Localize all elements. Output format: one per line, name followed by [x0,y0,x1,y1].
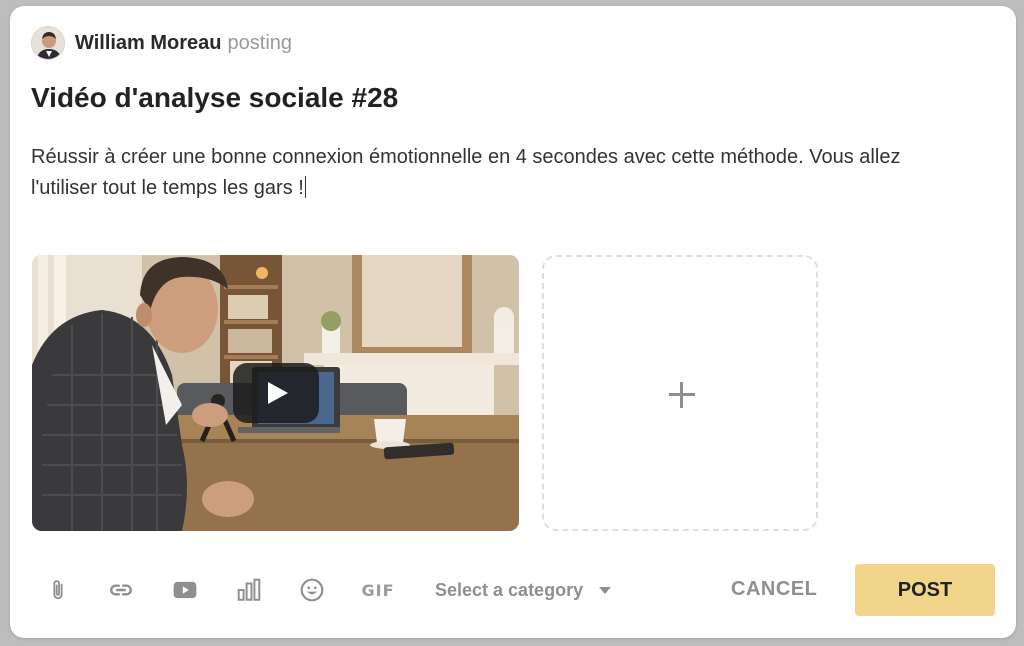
link-icon[interactable] [107,576,135,604]
emoji-icon[interactable] [298,576,326,604]
category-placeholder: Select a category [435,580,584,600]
play-icon [268,382,288,404]
post-button[interactable]: POST [855,564,995,616]
youtube-icon[interactable] [171,576,199,604]
post-header: William Moreau posting [31,26,292,60]
composer-toolbar: GIF Select a category CANCEL POST [10,562,1016,618]
text-caret [304,176,306,198]
video-thumbnail[interactable] [32,255,519,531]
gif-icon[interactable]: GIF [358,576,398,604]
gif-label: GIF [361,580,395,600]
poll-icon[interactable] [235,576,263,604]
post-body-editor[interactable]: Réussir à créer une bonne connexion émot… [31,142,971,204]
caret-down-icon [599,587,612,594]
avatar [31,26,65,60]
play-button[interactable] [233,363,319,423]
paperclip-icon[interactable] [44,576,72,604]
post-title[interactable]: Vidéo d'analyse sociale #28 [31,82,398,114]
add-media-button[interactable] [542,255,818,531]
post-body-text: Réussir à créer une bonne connexion émot… [31,146,901,199]
cancel-button[interactable]: CANCEL [731,578,817,601]
author-name: William Moreau [75,31,222,54]
post-composer-card: William Moreau posting Vidéo d'analyse s… [10,6,1016,638]
category-select[interactable]: Select a category [435,580,612,601]
posting-status: posting [227,31,293,54]
